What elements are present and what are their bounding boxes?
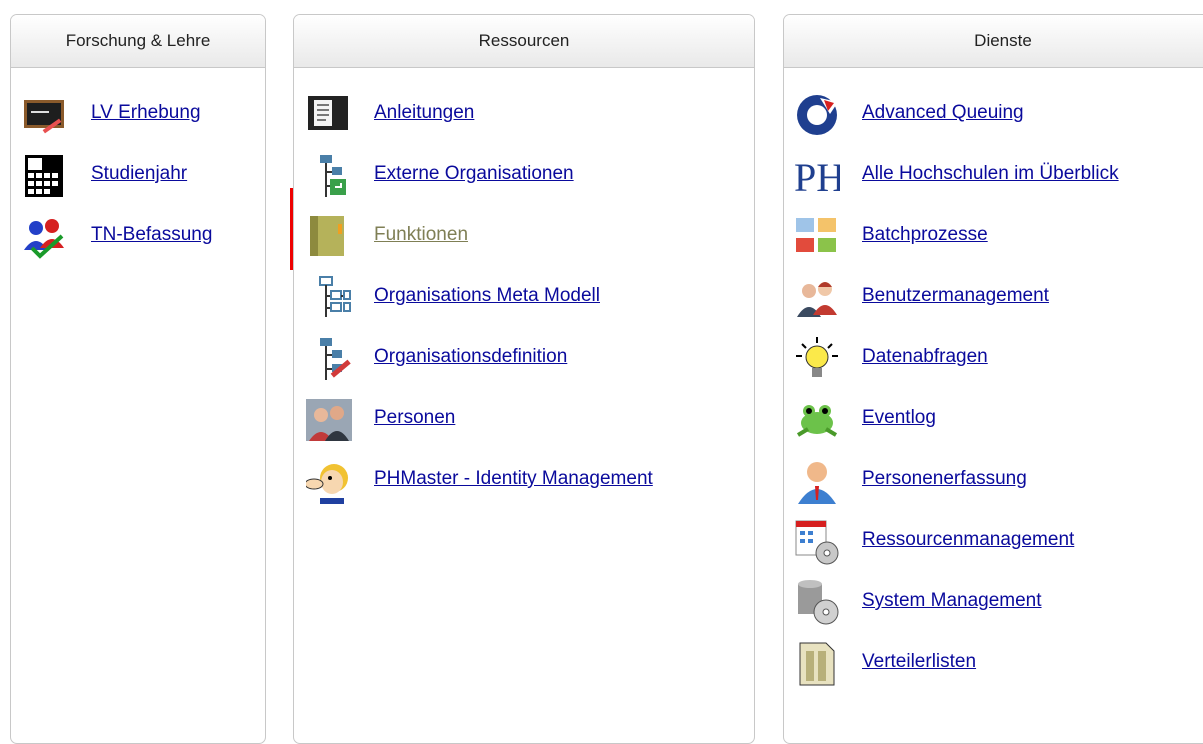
user-avatar-icon <box>794 458 840 504</box>
menu-item-label[interactable]: Personenerfassung <box>862 468 1027 490</box>
menu-item-label[interactable]: Advanced Queuing <box>862 102 1024 124</box>
menu-item-alle-hochschulen[interactable]: PH Alle Hochschulen im Überblick <box>784 153 1203 199</box>
menu-item-label[interactable]: Funktionen <box>374 224 468 246</box>
calendar-icon <box>22 153 68 199</box>
menu-item-label[interactable]: Organisationsdefinition <box>374 346 567 368</box>
org-tree-edit-icon <box>306 336 352 382</box>
menu-item-organisations-meta-modell[interactable]: Organisations Meta Modell <box>294 275 754 321</box>
ph-logo-icon: PH <box>794 153 840 199</box>
menu-item-label[interactable]: Personen <box>374 407 455 429</box>
menu-item-verteilerlisten[interactable]: Verteilerlisten <box>784 641 1203 687</box>
lightbulb-icon <box>794 336 840 382</box>
menu-item-label[interactable]: PHMaster - Identity Management <box>374 468 653 490</box>
svg-text:PH: PH <box>794 155 840 199</box>
menu-item-label[interactable]: System Management <box>862 590 1042 612</box>
org-tree-icon <box>306 275 352 321</box>
menu-item-externe-organisationen[interactable]: Externe Organisationen <box>294 153 754 199</box>
panel-title: Dienste <box>784 15 1203 68</box>
menu-item-label[interactable]: TN-Befassung <box>91 224 212 246</box>
menu-item-eventlog[interactable]: Eventlog <box>784 397 1203 443</box>
calendar-cd-icon <box>794 519 840 565</box>
menu-item-label[interactable]: Studienjahr <box>91 163 187 185</box>
menu-item-label[interactable]: Verteilerlisten <box>862 651 976 673</box>
folders-icon <box>794 214 840 260</box>
menu-item-anleitungen[interactable]: Anleitungen <box>294 92 754 138</box>
users-check-icon <box>22 214 68 260</box>
menu-item-label[interactable]: Ressourcenmanagement <box>862 529 1074 551</box>
org-tree-external-icon <box>306 153 352 199</box>
menu-item-benutzermanagement[interactable]: Benutzermanagement <box>784 275 1203 321</box>
menu-item-label[interactable]: Benutzermanagement <box>862 285 1049 307</box>
panel-ressourcen: Ressourcen Anleitungen Externe Organisat… <box>293 14 755 744</box>
menu-item-label[interactable]: Alle Hochschulen im Überblick <box>862 163 1119 185</box>
menu-item-label[interactable]: LV Erhebung <box>91 102 201 124</box>
menu-item-lv-erhebung[interactable]: LV Erhebung <box>11 92 265 138</box>
menu-item-label[interactable]: Anleitungen <box>374 102 474 124</box>
menu-item-label[interactable]: Datenabfragen <box>862 346 988 368</box>
menu-item-funktionen[interactable]: Funktionen <box>294 214 754 260</box>
menu-item-phmaster[interactable]: PHMaster - Identity Management <box>294 458 754 504</box>
menu-item-label[interactable]: Externe Organisationen <box>374 163 574 185</box>
menu-item-ressourcenmanagement[interactable]: Ressourcenmanagement <box>784 519 1203 565</box>
menu-item-system-management[interactable]: System Management <box>784 580 1203 626</box>
frog-icon <box>794 397 840 443</box>
database-cd-icon <box>794 580 840 626</box>
panel-dienste: Dienste Advanced Queuing PH Alle Hochsch… <box>783 14 1203 744</box>
menu-item-personenerfassung[interactable]: Personenerfassung <box>784 458 1203 504</box>
menu-item-batchprozesse[interactable]: Batchprozesse <box>784 214 1203 260</box>
menu-item-label[interactable]: Organisations Meta Modell <box>374 285 600 307</box>
cartoon-face-icon <box>306 458 352 504</box>
menu-item-personen[interactable]: Personen <box>294 397 754 443</box>
document-list-icon <box>794 641 840 687</box>
menu-item-organisationsdefinition[interactable]: Organisationsdefinition <box>294 336 754 382</box>
menu-item-studienjahr[interactable]: Studienjahr <box>11 153 265 199</box>
menu-item-advanced-queuing[interactable]: Advanced Queuing <box>784 92 1203 138</box>
panel-title: Forschung & Lehre <box>11 15 265 68</box>
panel-forschung-lehre: Forschung & Lehre LV Erhebung Studienjah… <box>10 14 266 744</box>
menu-item-datenabfragen[interactable]: Datenabfragen <box>784 336 1203 382</box>
menu-item-tn-befassung[interactable]: TN-Befassung <box>11 214 265 260</box>
panel-title: Ressourcen <box>294 15 754 68</box>
folder-book-icon <box>306 214 352 260</box>
refresh-arrow-icon <box>794 92 840 138</box>
menu-item-label[interactable]: Eventlog <box>862 407 936 429</box>
manual-icon <box>306 92 352 138</box>
users-icon <box>794 275 840 321</box>
chalkboard-icon <box>22 92 68 138</box>
menu-item-label[interactable]: Batchprozesse <box>862 224 988 246</box>
persons-icon <box>306 397 352 443</box>
